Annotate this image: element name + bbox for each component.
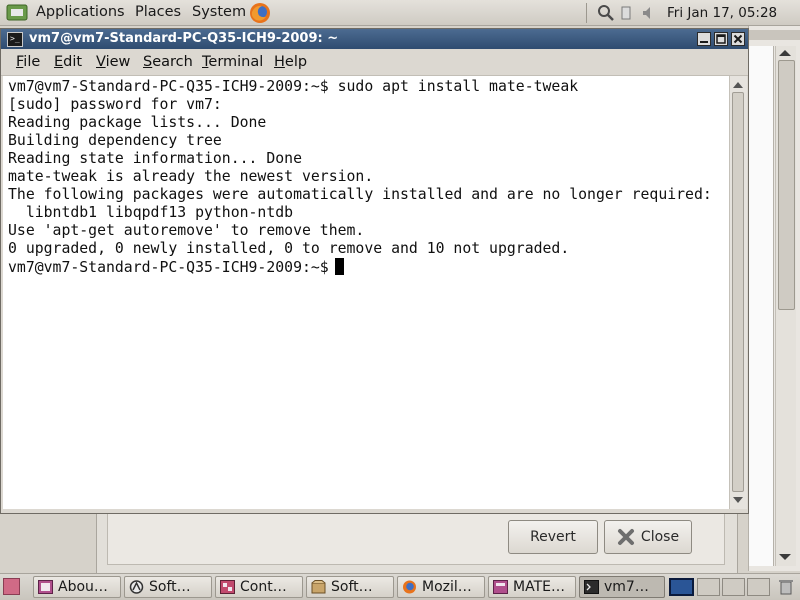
taskbar-item-firefox[interactable]: Mozil… [397,576,485,598]
bottom-panel: Abou… Soft… Cont… Soft… Mozil… MATE… vm7… [0,573,800,600]
menu-file[interactable]: File [16,54,40,70]
firefox-icon [403,580,416,594]
menu-help-mnemonic: H [274,54,285,70]
firefox-launcher-icon[interactable] [249,2,271,24]
menu-view-label: iew [105,54,131,70]
maximize-icon[interactable] [714,32,728,46]
system-menu[interactable]: System [192,4,246,20]
terminal-line: libntdb1 libqpdf13 python-ntdb [8,204,294,221]
close-icon [617,529,634,545]
clock[interactable]: Fri Jan 17, 05:28 [667,5,777,21]
network-icon[interactable] [620,5,632,21]
terminal-window[interactable]: >_ vm7@vm7-Standard-PC-Q35-ICH9-2009: ~ … [0,28,749,514]
taskbar-item-label: Mozil… [422,579,472,595]
terminal-line: Use 'apt-get autoremove' to remove them. [8,222,365,239]
trash-icon[interactable] [777,578,795,596]
taskbar-item-about[interactable]: Abou… [33,576,121,598]
terminal-icon [584,580,599,594]
menu-view[interactable]: View [96,54,130,70]
background-window-scrollbar[interactable] [775,46,796,566]
menu-terminal-label: erminal [208,54,264,70]
taskbar-item-label: Abou… [58,579,108,595]
revert-button[interactable]: Revert [508,520,598,554]
menu-edit-mnemonic: E [54,54,64,70]
scrollbar-thumb[interactable] [732,92,744,492]
terminal-line: The following packages were automaticall… [8,186,712,203]
background-window[interactable] [748,26,800,571]
mate-tweak-icon [493,580,508,594]
background-window-toolbar [749,30,800,40]
window-title: vm7@vm7-Standard-PC-Q35-ICH9-2009: ~ [29,31,339,46]
workspace-2[interactable] [697,578,720,596]
menu-view-mnemonic: V [96,54,106,70]
terminal-menubar: File Edit View Search Terminal Help [1,50,748,76]
places-menu[interactable]: Places [135,4,181,20]
terminal-line: Building dependency tree [8,132,222,149]
close-button-label: Close [640,529,680,545]
terminal-line: Reading state information... Done [8,150,302,167]
taskbar-item-label: Soft… [331,579,373,595]
background-window-content [749,46,774,566]
close-window-icon[interactable] [731,32,745,46]
taskbar-item-label: Soft… [149,579,191,595]
scroll-down-arrow-icon[interactable] [733,497,743,503]
control-center-icon [220,580,235,594]
terminal-line: mate-tweak is already the newest version… [8,168,374,185]
sound-icon[interactable] [642,5,654,21]
taskbar-item-mate-tweak[interactable]: MATE… [488,576,576,598]
scroll-up-arrow-icon[interactable] [733,82,743,88]
applications-menu[interactable]: Applications [36,4,125,20]
software-icon [129,580,144,594]
terminal-cursor [334,258,344,275]
menu-terminal[interactable]: Terminal [202,54,263,70]
menu-edit-label: dit [63,54,83,70]
taskbar-item-label: MATE… [513,579,565,595]
terminal-line: [sudo] password for vm7: [8,96,222,113]
terminal-icon[interactable]: >_ [7,32,23,47]
terminal-scrollbar[interactable] [729,76,747,509]
menu-search[interactable]: Search [143,54,193,70]
terminal-output[interactable]: vm7@vm7-Standard-PC-Q35-ICH9-2009:~$ sud… [3,76,729,509]
taskbar-item-terminal[interactable]: vm7… [579,576,665,598]
about-icon [38,580,53,594]
package-icon [311,580,326,594]
minimize-icon[interactable] [697,32,711,46]
menu-file-label: ile [23,54,41,70]
menu-search-label: earch [152,54,193,70]
scroll-up-arrow-icon[interactable] [779,50,791,56]
taskbar-item-control-center[interactable]: Cont… [215,576,303,598]
workspace-1-active[interactable] [669,578,694,596]
close-button[interactable]: Close [604,520,692,554]
top-panel: Applications Places System Fri Jan 17, 0… [0,0,800,26]
taskbar-item-software[interactable]: Soft… [124,576,212,598]
show-desktop-icon[interactable] [3,578,20,595]
scroll-down-arrow-icon[interactable] [779,554,791,560]
menu-help-label: elp [284,54,308,70]
terminal-line: Reading package lists... Done [8,114,267,131]
workspace-3[interactable] [722,578,745,596]
menu-help[interactable]: Help [274,54,307,70]
scrollbar-thumb[interactable] [778,60,795,310]
taskbar-item-label: Cont… [240,579,287,595]
revert-button-label: Revert [530,529,576,545]
terminal-line: 0 upgraded, 0 newly installed, 0 to remo… [8,240,570,257]
terminal-text[interactable]: vm7@vm7-Standard-PC-Q35-ICH9-2009:~$ sud… [3,76,729,277]
terminal-prompt: vm7@vm7-Standard-PC-Q35-ICH9-2009:~$ [8,259,329,276]
menu-search-mnemonic: S [143,54,153,70]
terminal-line: vm7@vm7-Standard-PC-Q35-ICH9-2009:~$ sud… [8,78,579,95]
search-icon[interactable] [597,4,615,22]
workspace-4[interactable] [747,578,770,596]
applications-menu-icon[interactable] [6,3,28,22]
taskbar-item-software-properties[interactable]: Soft… [306,576,394,598]
panel-separator [586,3,587,23]
window-titlebar[interactable]: >_ vm7@vm7-Standard-PC-Q35-ICH9-2009: ~ [1,29,748,49]
taskbar-item-label: vm7… [604,579,649,595]
menu-edit[interactable]: Edit [54,54,82,70]
